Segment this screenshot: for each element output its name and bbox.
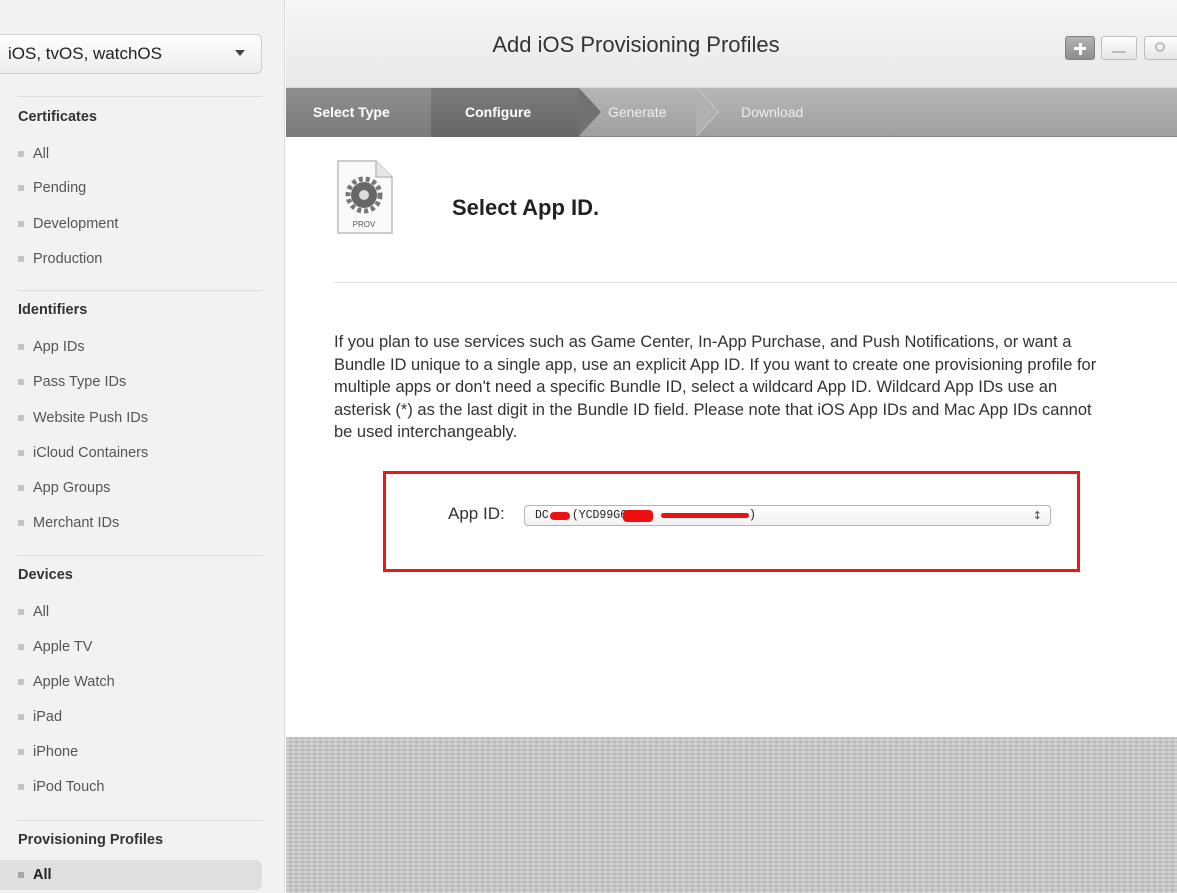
main-content: PROV Select App ID. If you plan to use s… — [286, 137, 1177, 737]
bullet-icon — [18, 872, 24, 878]
sidebar-item-label: Production — [33, 251, 103, 267]
sidebar: iOS, tvOS, watchOS Certificates All Pend… — [0, 0, 285, 893]
app-id-label: App ID: — [448, 504, 505, 523]
header: Add iOS Provisioning Profiles — [286, 0, 1177, 88]
progress-steps: Select Type Configure Generate Download — [286, 88, 1177, 137]
sidebar-item-label: All — [33, 146, 50, 162]
sidebar-item-merchant-ids[interactable]: Merchant IDs — [0, 508, 262, 538]
sidebar-item-icloud-containers[interactable]: iCloud Containers — [0, 438, 262, 468]
bullet-icon — [18, 714, 24, 720]
page-title: Add iOS Provisioning Profiles — [492, 32, 780, 57]
edit-button[interactable] — [1101, 36, 1137, 60]
sidebar-item-iphone[interactable]: iPhone — [0, 737, 262, 767]
sidebar-heading-provisioning-profiles: Provisioning Profiles — [18, 832, 164, 848]
bullet-icon — [18, 221, 24, 227]
sidebar-item-ipad[interactable]: iPad — [0, 702, 262, 732]
section-title: Select App ID. — [452, 195, 600, 220]
sidebar-divider — [18, 96, 262, 97]
prov-icon-label: PROV — [353, 220, 376, 229]
search-button[interactable] — [1144, 36, 1177, 60]
highlight-box: App ID: DC (YCD99G6 ) ↕ — [383, 471, 1080, 572]
sidebar-item-label: Merchant IDs — [33, 515, 120, 531]
sidebar-item-label: All — [33, 867, 52, 883]
search-icon — [1155, 42, 1165, 52]
sidebar-divider — [18, 290, 262, 291]
sidebar-item-label: iCloud Containers — [33, 445, 149, 461]
bullet-icon — [18, 450, 24, 456]
sidebar-heading-identifiers: Identifiers — [18, 302, 88, 318]
sidebar-item-app-ids[interactable]: App IDs — [0, 332, 262, 362]
sidebar-item-apple-watch[interactable]: Apple Watch — [0, 667, 262, 697]
sidebar-item-pass-type-ids[interactable]: Pass Type IDs — [0, 367, 262, 397]
sidebar-item-label: Pass Type IDs — [33, 374, 127, 390]
step-arrow — [696, 88, 718, 136]
bullet-icon — [18, 344, 24, 350]
sidebar-item-label: iPad — [33, 709, 63, 725]
sidebar-item-label: Pending — [33, 180, 87, 196]
sidebar-heading-devices: Devices — [18, 567, 73, 583]
app-id-select[interactable]: DC (YCD99G6 ) ↕ — [524, 505, 1051, 526]
sidebar-item-app-groups[interactable]: App Groups — [0, 473, 262, 503]
sidebar-item-label: Apple TV — [33, 639, 93, 655]
bullet-icon — [18, 679, 24, 685]
sidebar-item-label: Website Push IDs — [33, 410, 148, 426]
sidebar-divider — [18, 820, 262, 821]
bullet-icon — [18, 485, 24, 491]
footer-background — [286, 737, 1177, 893]
app-id-value-suffix: ) — [749, 509, 756, 522]
bullet-icon — [18, 151, 24, 157]
step-select-type: Select Type — [286, 88, 431, 137]
chevron-down-icon — [235, 50, 245, 56]
edit-icon — [1112, 43, 1126, 53]
sidebar-item-label: Apple Watch — [33, 674, 115, 690]
bullet-icon — [18, 609, 24, 615]
bullet-icon — [18, 749, 24, 755]
provisioning-profile-icon: PROV — [334, 159, 394, 235]
sidebar-item-development[interactable]: Development — [0, 209, 262, 239]
sidebar-divider — [18, 555, 262, 556]
bullet-icon — [18, 185, 24, 191]
sidebar-item-label: App IDs — [33, 339, 85, 355]
bullet-icon — [18, 256, 24, 262]
sidebar-item-apple-tv[interactable]: Apple TV — [0, 632, 262, 662]
app-id-description: If you plan to use services such as Game… — [334, 333, 1097, 441]
updown-arrows-icon: ↕ — [1032, 509, 1042, 522]
sidebar-item-production[interactable]: Production — [0, 244, 262, 274]
sidebar-item-pending[interactable]: Pending — [0, 173, 262, 203]
step-download: Download — [741, 104, 804, 120]
bullet-icon — [18, 520, 24, 526]
sidebar-item-certificates-all[interactable]: All — [0, 139, 262, 169]
sidebar-heading-certificates: Certificates — [18, 109, 97, 125]
bullet-icon — [18, 784, 24, 790]
sidebar-item-label: iPhone — [33, 744, 79, 760]
sidebar-item-website-push-ids[interactable]: Website Push IDs — [0, 403, 262, 433]
redaction-mark — [549, 511, 570, 520]
step-arrow — [579, 88, 601, 136]
bullet-icon — [18, 644, 24, 650]
sidebar-item-label: App Groups — [33, 480, 111, 496]
redaction-mark — [623, 509, 654, 522]
step-generate: Generate — [608, 104, 667, 120]
sidebar-item-label: All — [33, 604, 50, 620]
step-configure: Configure — [431, 88, 579, 137]
platform-select-label: iOS, tvOS, watchOS — [8, 44, 162, 63]
sidebar-item-profiles-all[interactable]: All — [0, 860, 262, 890]
sidebar-item-label: Development — [33, 216, 119, 232]
platform-select[interactable]: iOS, tvOS, watchOS — [0, 34, 262, 74]
redaction-mark — [661, 513, 750, 518]
add-button[interactable] — [1065, 36, 1095, 60]
content-divider — [334, 282, 1177, 283]
sidebar-item-label: iPod Touch — [33, 779, 105, 795]
bullet-icon — [18, 415, 24, 421]
sidebar-item-devices-all[interactable]: All — [0, 597, 262, 627]
app-id-value-team: (YCD99G6 — [571, 509, 628, 522]
bullet-icon — [18, 379, 24, 385]
app-id-value-prefix: DC — [535, 509, 549, 522]
sidebar-item-ipod-touch[interactable]: iPod Touch — [0, 772, 262, 802]
